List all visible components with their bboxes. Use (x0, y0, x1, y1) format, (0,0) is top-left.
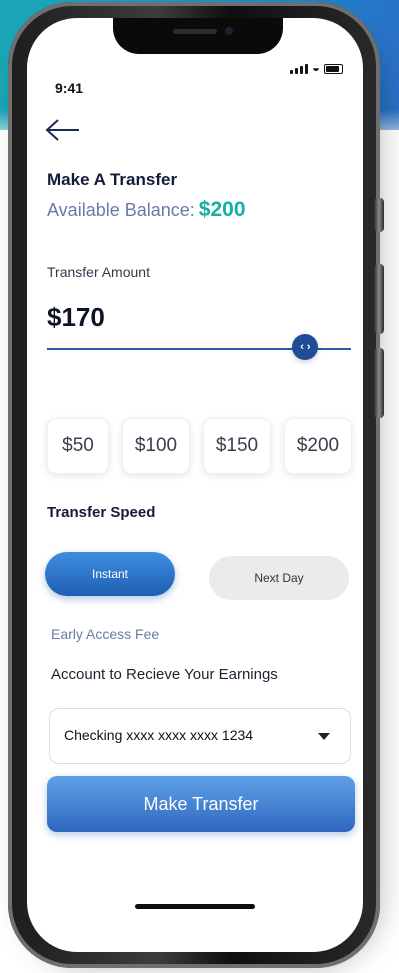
side-button-volume-up (374, 264, 384, 334)
side-button-volume-down (374, 348, 384, 418)
home-indicator[interactable] (135, 904, 255, 909)
balance-label: Available Balance: (47, 200, 195, 220)
account-label: Account to Recieve Your Earnings (51, 666, 278, 683)
speaker (173, 29, 217, 34)
account-select[interactable]: Checking xxxx xxxx xxxx 1234 (49, 708, 351, 764)
status-icons: ◒ (290, 60, 343, 75)
chevron-down-icon (318, 733, 330, 740)
app-screen: 9:41 ◒ Make A Transfer Available Balance… (27, 18, 363, 952)
transfer-speed-label: Transfer Speed (47, 504, 156, 521)
quick-amounts: $50 $100 $150 $200 (47, 418, 352, 474)
status-time: 9:41 (55, 80, 84, 96)
available-balance: Available Balance: $200 (47, 198, 246, 222)
speed-next-day-button[interactable]: Next Day (209, 556, 349, 600)
side-button-mute (374, 198, 384, 232)
speed-instant-button[interactable]: Instant (45, 552, 175, 596)
signal-icon (290, 64, 309, 74)
quick-amount-100[interactable]: $100 (122, 418, 190, 474)
wifi-icon: ◒ (312, 60, 320, 75)
balance-value: $200 (198, 198, 246, 221)
early-access-fee-label: Early Access Fee (51, 626, 160, 642)
transfer-amount-value: $170 (47, 302, 105, 332)
account-select-value: Checking xxxx xxxx xxxx 1234 (64, 727, 254, 743)
camera (225, 27, 233, 35)
transfer-amount-label: Transfer Amount (47, 264, 150, 280)
notch (113, 18, 283, 54)
quick-amount-200[interactable]: $200 (284, 418, 352, 474)
make-transfer-button[interactable]: Make Transfer (47, 776, 355, 832)
quick-amount-150[interactable]: $150 (203, 418, 271, 474)
phone-frame: 9:41 ◒ Make A Transfer Available Balance… (8, 2, 384, 968)
amount-slider-thumb[interactable]: ‹ › (292, 334, 319, 360)
page-title: Make A Transfer (47, 170, 178, 189)
quick-amount-50[interactable]: $50 (47, 418, 109, 474)
back-arrow-icon[interactable] (45, 118, 81, 142)
battery-icon (324, 64, 343, 74)
